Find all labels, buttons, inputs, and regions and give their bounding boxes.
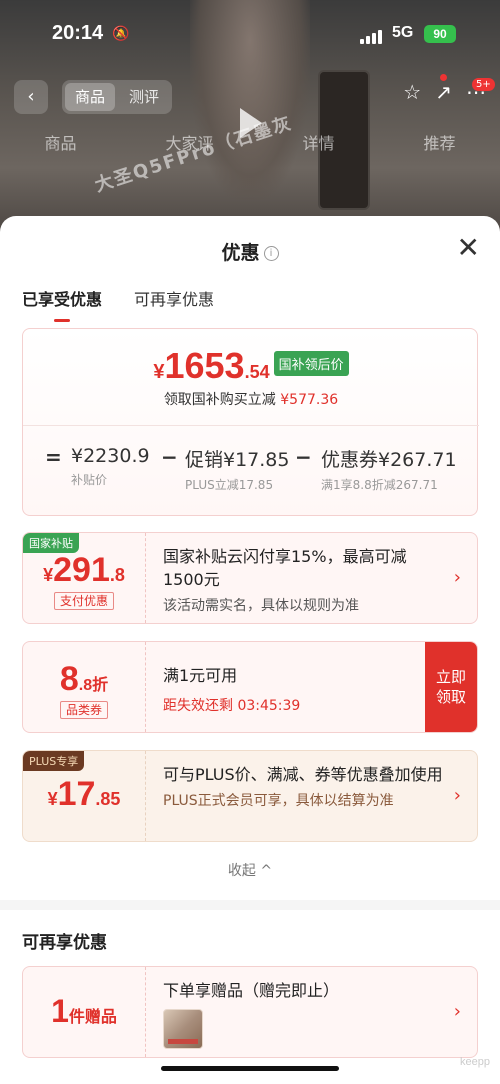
claim-subsidy-text: 领取国补购买立减 ¥577.36 (23, 389, 479, 409)
nav-tabs: 商品 测评 (62, 80, 173, 114)
breakdown-subsidy-price: ¥2230.9 补贴价 (71, 445, 150, 488)
coupon-title: 可与PLUS价、满减、券等优惠叠加使用 (163, 765, 443, 784)
signal-icon (360, 30, 382, 44)
coupon-type-tag: 支付优惠 (53, 592, 114, 610)
divider (23, 425, 479, 426)
collapse-button[interactable]: 收起 ^ (0, 860, 500, 880)
chevron-right-icon[interactable]: › (454, 785, 461, 806)
coupon-desc: 该活动需实名，具体以规则为准 (163, 598, 359, 614)
breakdown-promotion: 促销¥17.85 PLUS立减17.85 (185, 445, 289, 493)
category-coupon: 8.8折 品类券 满1元可用 距失效还剩 03:45:39 立即领取 (22, 641, 478, 733)
gift-info: 下单享赠品（赠完即止） (163, 967, 447, 1057)
price-summary-card: ¥1653.54 国补领后价 领取国补购买立减 ¥577.36 = ¥2230.9… (22, 328, 479, 516)
battery-icon: 90 (424, 25, 456, 43)
section-nav: 商品 大家评 详情 推荐 (0, 130, 500, 166)
breakdown-label: 满1享8.8折减267.71 (321, 478, 438, 492)
coupon-desc: PLUS正式会员可享，具体以结算为准 (163, 793, 394, 809)
coupon-info: 满1元可用 距失效还剩 03:45:39 (163, 642, 415, 732)
notification-dot (440, 74, 447, 81)
price-integer: 1653 (164, 345, 245, 386)
status-time: 20:14 (52, 22, 104, 44)
equals-operator: = (45, 445, 62, 469)
coupon-amount: ¥291.8 (23, 551, 145, 590)
price-decimal: .54 (244, 362, 270, 382)
breakdown-value: 优惠券¥267.71 (321, 449, 457, 471)
gift-amount: 1件赠品 (23, 993, 145, 1030)
mute-bell-icon: 🔕 (112, 26, 130, 42)
close-button[interactable]: ✕ (457, 234, 480, 262)
breakdown-label: PLUS立减17.85 (185, 478, 274, 492)
price-tag: 国补领后价 (273, 351, 349, 376)
section-divider (0, 900, 500, 910)
chevron-right-icon[interactable]: › (454, 1001, 461, 1022)
amount-integer: 8 (59, 660, 79, 698)
nav-tab-review[interactable]: 测评 (119, 83, 169, 111)
discount-tabs: 已享受优惠 可再享优惠 (22, 286, 214, 322)
gift-amount-area: 1件赠品 (23, 967, 146, 1057)
section-tab-reviews[interactable]: 大家评 (165, 130, 213, 166)
corner-tag: PLUS专享 (23, 751, 85, 771)
coupon-info: 国家补贴云闪付享15%，最高可减1500元 该活动需实名，具体以规则为准 (163, 533, 447, 623)
section-tab-recommend[interactable]: 推荐 (423, 130, 455, 166)
coupon-title: 国家补贴云闪付享15%，最高可减1500元 (163, 547, 407, 589)
coupon-info: 可与PLUS价、满减、券等优惠叠加使用 PLUS正式会员可享，具体以结算为准 (163, 751, 447, 841)
coupon-title: 满1元可用 (163, 666, 238, 685)
nav-tab-product[interactable]: 商品 (65, 83, 116, 111)
claim-coupon-button[interactable]: 立即领取 (425, 642, 477, 732)
status-bar: 20:14 🔕 5G 90 (0, 22, 500, 52)
section-tab-product[interactable]: 商品 (44, 130, 76, 166)
breakdown-value: 促销¥17.85 (185, 449, 290, 471)
amount-integer: 17 (57, 775, 96, 813)
gift-thumbnail[interactable] (163, 1009, 203, 1049)
currency-symbol: ¥ (47, 789, 58, 809)
breakdown-label: 补贴价 (71, 473, 108, 487)
message-badge: 5+ (472, 78, 495, 91)
tab-enjoyed-discounts[interactable]: 已享受优惠 (22, 286, 102, 322)
sheet-title: 优惠 i (0, 238, 500, 265)
discount-sheet: 优惠 i ✕ 已享受优惠 可再享优惠 ¥1653.54 国补领后价 领取国补购买立减… (0, 216, 500, 1084)
gift-unit: 件赠品 (68, 1009, 117, 1026)
back-button[interactable]: ‹ (14, 80, 48, 114)
info-icon[interactable]: i (263, 246, 279, 261)
amount-decimal: .8 (109, 565, 125, 585)
gift-title: 下单享赠品（赠完即止） (163, 981, 340, 1000)
gift-coupon[interactable]: 1件赠品 下单享赠品（赠完即止） › (22, 966, 478, 1058)
amount-integer: 291 (53, 551, 110, 589)
coupon-amount: 8.8折 (23, 660, 145, 699)
coupon-amount: ¥17.85 (23, 775, 145, 814)
favorite-star-icon[interactable]: ☆ (403, 80, 421, 104)
national-subsidy-coupon[interactable]: 国家补贴 ¥291.8 支付优惠 国家补贴云闪付享15%，最高可减1500元 该… (22, 532, 478, 624)
amount-decimal: .8折 (78, 677, 109, 694)
breakdown-value: ¥2230.9 (71, 445, 150, 467)
minus-operator: − (295, 445, 312, 469)
claim-label: 领取国补购买立减 (163, 392, 276, 408)
tab-more-discounts[interactable]: 可再享优惠 (134, 286, 214, 310)
final-price: ¥1653.54 国补领后价 (23, 345, 479, 387)
coupon-amount-area: 国家补贴 ¥291.8 支付优惠 (23, 533, 146, 623)
section-tab-details[interactable]: 详情 (302, 130, 334, 166)
coupon-amount-area: 8.8折 品类券 (23, 642, 146, 732)
home-indicator[interactable] (161, 1066, 339, 1071)
coupon-type-tag: 品类券 (59, 701, 108, 719)
currency-symbol: ¥ (43, 565, 54, 585)
watermark: keepp (460, 1056, 490, 1068)
share-icon[interactable]: ↗ (435, 80, 452, 104)
coupon-countdown: 距失效还剩 03:45:39 (163, 698, 301, 714)
amount-decimal: .85 (95, 789, 121, 809)
network-type: 5G (392, 24, 414, 41)
more-discounts-title: 可再享优惠 (22, 933, 107, 953)
product-navbar: ‹ 商品 测评 ☆ ↗ ⋯ (0, 80, 500, 116)
claim-amount: ¥577.36 (280, 392, 339, 408)
coupon-amount-area: PLUS专享 ¥17.85 (23, 751, 146, 841)
currency-symbol: ¥ (153, 361, 165, 383)
sheet-title-text: 优惠 (221, 242, 260, 264)
corner-tag: 国家补贴 (23, 533, 79, 553)
plus-exclusive-coupon[interactable]: PLUS专享 ¥17.85 可与PLUS价、满减、券等优惠叠加使用 PLUS正式… (22, 750, 478, 842)
breakdown-coupon: 优惠券¥267.71 满1享8.8折减267.71 (321, 445, 457, 493)
gift-count: 1 (51, 993, 69, 1029)
minus-operator: − (161, 445, 178, 469)
chevron-right-icon[interactable]: › (454, 567, 461, 588)
price-breakdown: = ¥2230.9 补贴价 − 促销¥17.85 PLUS立减17.85 − 优… (23, 439, 479, 499)
